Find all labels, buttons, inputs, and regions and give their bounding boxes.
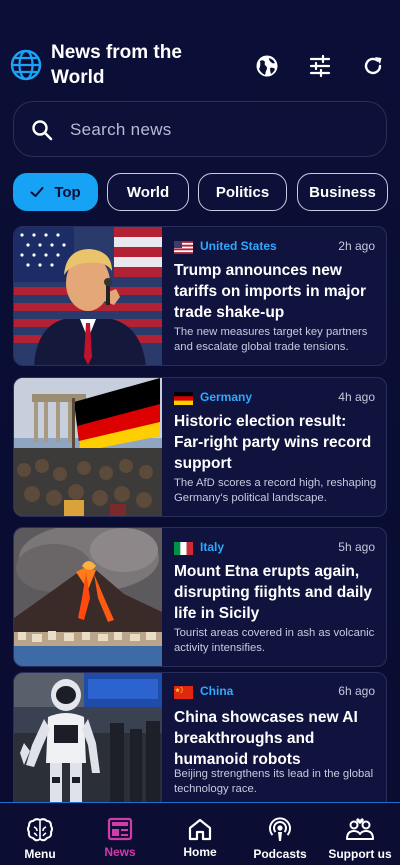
card-meta: Germany 4h ago (174, 389, 375, 407)
chip-label: Business (309, 183, 376, 201)
support-icon (346, 818, 374, 840)
time-label: 6h ago (338, 684, 375, 698)
app: News from the World Search news Top Worl… (0, 0, 400, 865)
filter-button[interactable] (306, 52, 334, 80)
search-input[interactable] (70, 115, 370, 145)
app-title: News from the World (51, 42, 182, 88)
brain-icon (27, 818, 53, 842)
search-bar (13, 101, 387, 157)
summary: The AfD scores a record high, reshaping … (174, 477, 377, 504)
news-card[interactable]: United States 2h ago Trump announces new… (13, 226, 387, 366)
news-card[interactable]: Italy 5h ago Mount Etna erupts again, di… (13, 527, 387, 667)
news-thumbnail (14, 528, 162, 666)
country-label: United States (200, 239, 277, 253)
news-thumbnail (14, 227, 162, 365)
news-icon (107, 817, 133, 841)
germany-flag-icon (174, 392, 193, 405)
country-label: China (200, 684, 234, 698)
podcast-icon (269, 817, 291, 841)
time-label: 5h ago (338, 540, 375, 554)
nav-item-podcasts[interactable]: Podcasts (240, 817, 320, 865)
filter-icon (309, 54, 331, 78)
header: News from the World (0, 0, 400, 100)
summary: Tourist areas covered in ash as volcanic… (174, 627, 375, 654)
country-label: Italy (200, 540, 225, 554)
chip-world[interactable]: World (107, 173, 189, 211)
check-icon (30, 187, 44, 197)
country-label: Germany (200, 390, 253, 404)
nav-item-support[interactable]: Support us (320, 817, 400, 865)
news-card[interactable]: China 6h ago China showcases new AI brea… (13, 672, 387, 802)
card-meta: Italy 5h ago (174, 539, 375, 557)
globe-icon (256, 55, 278, 77)
italy-flag-icon (174, 542, 193, 555)
nav-label: News (104, 845, 136, 859)
chip-business[interactable]: Business (297, 173, 388, 211)
nav-label: Support us (328, 847, 392, 861)
home-icon (188, 818, 212, 841)
nav-item-news[interactable]: News (80, 817, 160, 865)
time-label: 4h ago (338, 390, 375, 404)
chip-label: World (126, 183, 170, 201)
us-flag-icon (174, 241, 193, 254)
headline: China showcases new AI breakthroughs and… (174, 709, 358, 768)
card-meta: United States 2h ago (174, 238, 375, 256)
headline: Mount Etna erupts again, disrupting fiig… (174, 563, 373, 622)
chip-top[interactable]: Top (13, 173, 98, 211)
chip-politics[interactable]: Politics (198, 173, 287, 211)
bottom-nav: Menu News Home Podcasts Support us (0, 802, 400, 865)
summary: The new measures target key partners and… (174, 326, 368, 353)
search-icon (32, 120, 53, 141)
news-thumbnail (14, 378, 162, 516)
language-button[interactable] (253, 52, 281, 80)
refresh-button[interactable] (359, 52, 387, 80)
chip-label: Politics (215, 183, 270, 201)
globe-logo-icon (10, 49, 42, 81)
headline: Historic election result: Far-right part… (174, 413, 372, 472)
time-label: 2h ago (338, 239, 375, 253)
card-meta: China 6h ago (174, 683, 375, 701)
nav-label: Menu (24, 847, 56, 861)
nav-label: Podcasts (253, 847, 307, 861)
category-chips: Top World Politics Business (13, 173, 400, 211)
headline: Trump announces new tariffs on imports i… (174, 262, 367, 321)
news-card[interactable]: Germany 4h ago Historic election result:… (13, 377, 387, 517)
news-thumbnail (14, 673, 162, 802)
chip-label: Top (54, 183, 81, 201)
nav-item-home[interactable]: Home (160, 817, 240, 865)
refresh-icon (364, 57, 382, 75)
summary: Beijing strengthens its lead in the glob… (174, 768, 374, 795)
nav-label: Home (183, 845, 217, 859)
nav-item-menu[interactable]: Menu (0, 817, 80, 865)
china-flag-icon (174, 686, 193, 699)
